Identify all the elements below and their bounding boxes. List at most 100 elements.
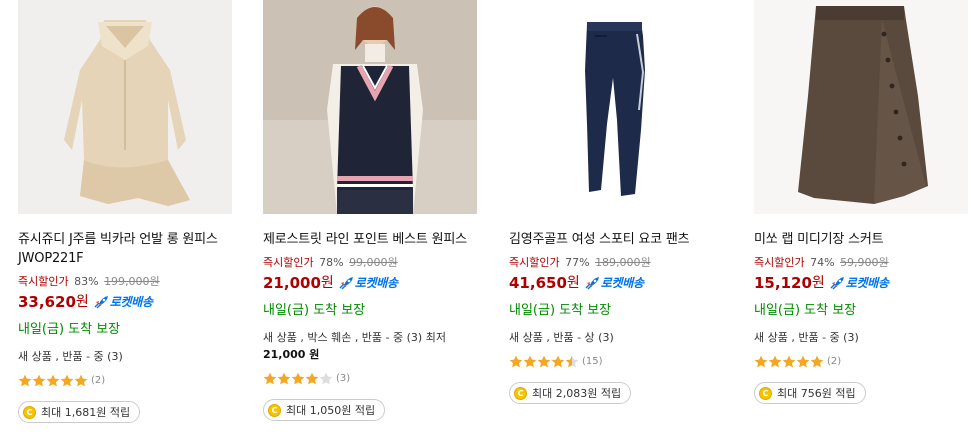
discount-label: 즉시할인가: [754, 256, 805, 269]
star-icon: [60, 374, 74, 386]
reward-badge: C 최대 756원 적립: [754, 382, 866, 404]
star-icon: [32, 374, 46, 386]
sale-price: 21,000: [263, 274, 321, 292]
coin-icon: C: [759, 386, 772, 400]
discount-rate: 77%: [565, 256, 590, 269]
sale-price: 41,650: [509, 274, 567, 292]
star-icon: [277, 372, 291, 384]
rocket-badge: 로켓배송: [338, 273, 398, 293]
base-price: 59,900원: [840, 256, 889, 269]
condition-main: 새 상품 , 반품 - 상 (3): [509, 331, 614, 344]
discount-row: 즉시할인가 77% 189,000원: [509, 255, 725, 271]
review-count: (3): [336, 372, 351, 384]
star-icon: [319, 372, 333, 384]
arrival-guarantee: 내일(금) 도착 보장: [18, 322, 121, 337]
arrival-guarantee: 내일(금) 도착 보장: [754, 303, 857, 318]
star-icon: [810, 355, 824, 367]
condition-lowest-price: 21,000 원: [263, 348, 320, 361]
star-icon: [782, 355, 796, 367]
discount-row: 즉시할인가 78% 99,000원: [263, 255, 479, 271]
product-card[interactable]: 미쏘 랩 미디기장 스커트 즉시할인가 74% 59,900원 15,120 원…: [754, 0, 970, 404]
condition-text: 새 상품 , 반품 - 중 (3): [18, 348, 234, 365]
product-name[interactable]: 제로스트릿 라인 포인트 베스트 원피스: [263, 230, 479, 249]
price-row: 41,650 원 로켓배송: [509, 273, 725, 293]
reward-text: 최대 756원 적립: [777, 387, 856, 400]
star-icon: [18, 374, 32, 386]
rating[interactable]: (15): [509, 354, 725, 368]
product-card[interactable]: 제로스트릿 라인 포인트 베스트 원피스 즉시할인가 78% 99,000원 2…: [263, 0, 479, 421]
star-icon: [46, 374, 60, 386]
arrival-guarantee: 내일(금) 도착 보장: [509, 303, 612, 318]
star-icon: [523, 355, 537, 367]
star-icon: [263, 372, 277, 384]
condition-main: 새 상품 , 박스 훼손 , 반품 - 중 (3) 최저: [263, 331, 446, 344]
price-unit: 원: [811, 275, 825, 291]
product-name[interactable]: 미쏘 랩 미디기장 스커트: [754, 230, 970, 249]
sale-price: 33,620: [18, 293, 76, 311]
discount-label: 즉시할인가: [509, 256, 560, 269]
price-unit: 원: [75, 294, 89, 310]
review-count: (2): [91, 374, 106, 386]
star-rating: [509, 355, 579, 368]
review-count: (15): [582, 355, 603, 367]
rocket-label: 로켓배송: [109, 295, 153, 309]
rocket-icon: [339, 277, 353, 290]
discount-rate: 83%: [74, 275, 99, 288]
price-row: 21,000 원 로켓배송: [263, 273, 479, 293]
rating[interactable]: (3): [263, 371, 479, 385]
discount-rate: 78%: [319, 256, 344, 269]
rocket-label: 로켓배송: [354, 276, 398, 290]
rocket-icon: [94, 296, 108, 309]
rocket-icon: [830, 277, 844, 290]
product-name[interactable]: 김영주골프 여성 스포티 요코 팬츠: [509, 230, 725, 249]
reward-badge: C 최대 1,681원 적립: [18, 401, 141, 423]
discount-label: 즉시할인가: [263, 256, 314, 269]
rocket-label: 로켓배송: [845, 276, 889, 290]
condition-text: 새 상품 , 반품 - 중 (3): [754, 329, 970, 346]
price-unit: 원: [566, 275, 580, 291]
condition-text: 새 상품 , 박스 훼손 , 반품 - 중 (3) 최저 21,000 원: [263, 329, 479, 363]
discount-rate: 74%: [810, 256, 835, 269]
coin-icon: C: [514, 386, 527, 400]
product-card[interactable]: 쥬시쥬디 J주름 빅카라 언발 롱 원피스 JWOP221F 즉시할인가 83%…: [18, 0, 234, 423]
condition-main: 새 상품 , 반품 - 중 (3): [754, 331, 859, 344]
reward-text: 최대 2,083원 적립: [532, 387, 622, 400]
pants-photo[interactable]: [509, 0, 723, 214]
star-icon: [509, 355, 523, 367]
review-count: (2): [827, 355, 842, 367]
reward-badge: C 최대 1,050원 적립: [263, 399, 386, 421]
star-rating: [18, 374, 88, 387]
condition-text: 새 상품 , 반품 - 상 (3): [509, 329, 725, 346]
base-price: 99,000원: [349, 256, 398, 269]
rocket-badge: 로켓배송: [829, 273, 889, 293]
rating[interactable]: (2): [754, 354, 970, 368]
star-icon: [291, 372, 305, 384]
star-icon: [565, 355, 579, 367]
reward-badge: C 최대 2,083원 적립: [509, 382, 632, 404]
star-rating: [263, 372, 333, 385]
coin-icon: C: [23, 405, 36, 419]
star-icon: [796, 355, 810, 367]
dress-photo[interactable]: [18, 0, 232, 214]
discount-row: 즉시할인가 83% 199,000원: [18, 274, 234, 290]
arrival-guarantee: 내일(금) 도착 보장: [263, 303, 366, 318]
reward-text: 최대 1,050원 적립: [286, 404, 376, 417]
condition-main: 새 상품 , 반품 - 중 (3): [18, 350, 123, 363]
base-price: 199,000원: [104, 275, 160, 288]
star-icon: [537, 355, 551, 367]
rating[interactable]: (2): [18, 373, 234, 387]
product-card[interactable]: 김영주골프 여성 스포티 요코 팬츠 즉시할인가 77% 189,000원 41…: [509, 0, 725, 404]
rocket-icon: [585, 277, 599, 290]
vest-photo[interactable]: [263, 0, 477, 214]
coin-icon: C: [268, 403, 281, 417]
rocket-badge: 로켓배송: [93, 292, 153, 312]
skirt-photo[interactable]: [754, 0, 968, 214]
star-rating: [754, 355, 824, 368]
base-price: 189,000원: [595, 256, 651, 269]
reward-text: 최대 1,681원 적립: [41, 406, 131, 419]
price-row: 15,120 원 로켓배송: [754, 273, 970, 293]
rocket-badge: 로켓배송: [584, 273, 644, 293]
product-name[interactable]: 쥬시쥬디 J주름 빅카라 언발 롱 원피스 JWOP221F: [18, 230, 234, 268]
star-icon: [754, 355, 768, 367]
star-icon: [74, 374, 88, 386]
